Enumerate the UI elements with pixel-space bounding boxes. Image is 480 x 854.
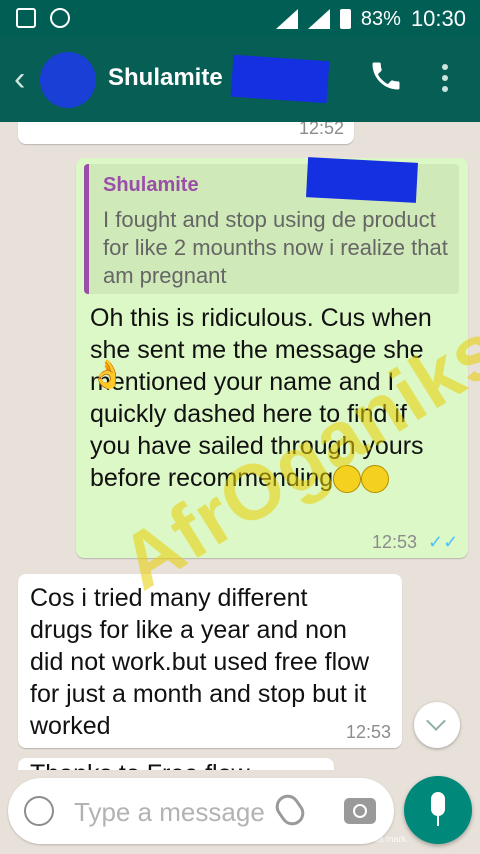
read-ticks-icon: ✓✓ [428, 532, 459, 552]
mic-button[interactable] [404, 776, 472, 844]
wifi-icon [307, 9, 330, 29]
message-time: 12:53 [346, 722, 392, 742]
incoming-message[interactable]: Thanks to Free flow [18, 758, 334, 770]
redaction-mark [306, 157, 418, 203]
previous-message[interactable]: 12:52 [18, 122, 354, 144]
mic-icon [431, 792, 445, 816]
quoted-message[interactable]: Shulamite I fought and stop using de pro… [84, 157, 459, 294]
battery-level: 83% [360, 7, 401, 30]
phone-icon[interactable] [368, 58, 404, 94]
signal-icon [275, 9, 298, 29]
menu-icon[interactable] [442, 64, 450, 97]
smile-emoji-icon [361, 465, 390, 494]
whatsapp-icon [50, 8, 70, 28]
chat-header: ‹ Shulamite [0, 36, 480, 122]
clock: 10:30 [410, 6, 466, 31]
message-time: 12:52 [298, 122, 344, 138]
smile-emoji-icon [333, 465, 362, 494]
message-text: Cos i tried many different drugs for lik… [30, 584, 370, 740]
ok-hand-emoji: 👌 [90, 359, 125, 390]
scroll-down-button[interactable] [414, 702, 460, 748]
battery-icon [339, 9, 351, 29]
status-bar: 83% 10:30 [0, 0, 480, 36]
chat-area: 12:52 Shulamite I fought and stop using … [0, 122, 480, 770]
chevron-down-icon [426, 711, 446, 731]
emoji-icon[interactable] [24, 796, 54, 826]
redaction-mark [230, 54, 330, 104]
quote-author: Shulamite [103, 174, 199, 196]
message-input[interactable] [72, 792, 276, 832]
outgoing-message[interactable]: Shulamite I fought and stop using de pro… [76, 157, 468, 558]
incoming-message[interactable]: Cos i tried many different drugs for lik… [18, 574, 402, 748]
avatar[interactable] [40, 52, 96, 108]
message-text: Thanks to Free flow [30, 758, 250, 770]
camera-icon[interactable] [344, 798, 376, 824]
image-icon [16, 8, 36, 28]
attach-icon[interactable] [270, 790, 310, 830]
quote-text: I fought and stop using de product for l… [103, 207, 448, 288]
back-icon[interactable]: ‹ [14, 60, 25, 99]
message-text: Oh this is ridiculous. Cus when she sent… [90, 304, 432, 494]
contact-name[interactable]: Shulamite [108, 64, 223, 92]
message-time: 12:53 [372, 532, 418, 552]
watermark-notice: Processed using the free version of Wate… [48, 834, 409, 844]
